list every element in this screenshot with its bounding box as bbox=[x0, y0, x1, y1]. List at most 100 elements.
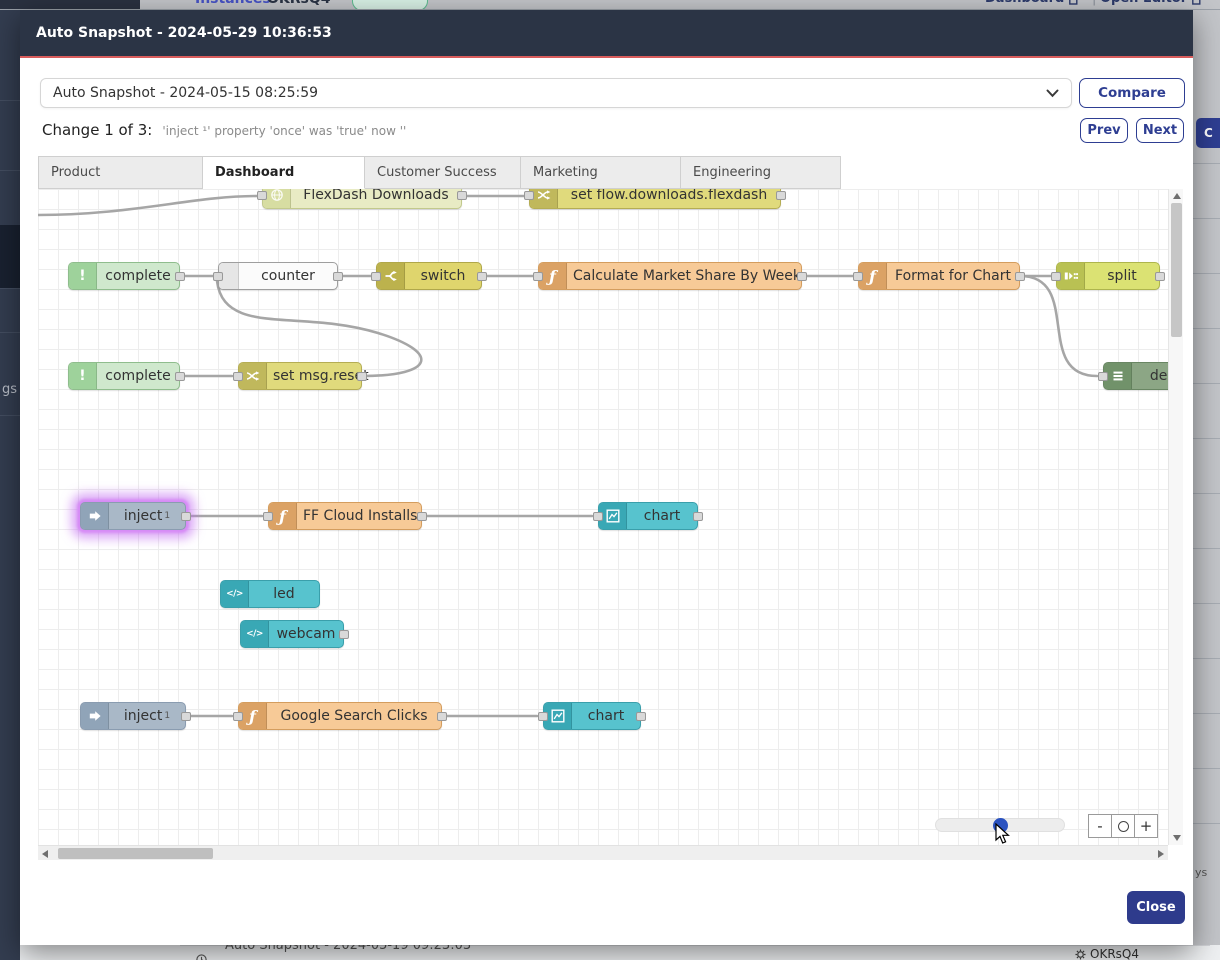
flow-node-switch[interactable]: switch bbox=[376, 262, 482, 290]
tab-engineering[interactable]: Engineering bbox=[681, 156, 841, 189]
flow-node-counter[interactable]: counter bbox=[218, 262, 338, 290]
next-button[interactable]: Next bbox=[1136, 118, 1184, 143]
instances-link[interactable]: Instances bbox=[195, 0, 271, 10]
flow-node-ff-cloud-installs[interactable]: ƒFF Cloud Installs bbox=[268, 502, 422, 530]
modal-header: Auto Snapshot - 2024-05-29 10:36:53 bbox=[20, 10, 1193, 58]
port-out[interactable] bbox=[175, 272, 185, 281]
port-in[interactable] bbox=[263, 512, 273, 521]
tab-dashboard[interactable]: Dashboard bbox=[203, 156, 365, 189]
port-out[interactable] bbox=[357, 372, 367, 381]
flow-node-complete-1[interactable]: !complete bbox=[68, 262, 180, 290]
tab-customer-success[interactable]: Customer Success bbox=[365, 156, 521, 189]
flow-canvas[interactable]: FlexDash Downloads set flow.downloads.fle… bbox=[38, 189, 1168, 845]
flow-node-debug[interactable]: debug bbox=[1103, 362, 1168, 390]
chart-line-icon bbox=[599, 503, 627, 529]
background-right-panel: C ys bbox=[1193, 10, 1220, 945]
flow-node-calc-market-share[interactable]: ƒCalculate Market Share By Week bbox=[538, 262, 802, 290]
node-label: FF Cloud Installs bbox=[297, 503, 423, 529]
snapshot-select-value: Auto Snapshot - 2024-05-15 08:25:59 bbox=[53, 85, 318, 101]
tab-marketing[interactable]: Marketing bbox=[521, 156, 681, 189]
background-topbar: Instances OKRsQ4 Dashboard | Open Editor bbox=[0, 0, 1220, 10]
shuffle-icon bbox=[530, 189, 558, 208]
compare-button[interactable]: Compare bbox=[1079, 78, 1185, 108]
port-out[interactable] bbox=[1015, 272, 1025, 281]
horizontal-scrollbar[interactable] bbox=[38, 845, 1168, 860]
port-in[interactable] bbox=[1098, 372, 1108, 381]
instance-name: OKRsQ4 bbox=[267, 0, 331, 10]
flow-node-split[interactable]: split bbox=[1056, 262, 1160, 290]
port-out[interactable] bbox=[457, 191, 467, 200]
status-badge bbox=[352, 0, 428, 10]
node-label: split bbox=[1085, 263, 1159, 289]
node-label: Format for Chart bbox=[887, 263, 1019, 289]
flow-node-google-search-clicks[interactable]: ƒGoogle Search Clicks bbox=[238, 702, 442, 730]
port-in[interactable] bbox=[371, 272, 381, 281]
port-in[interactable] bbox=[257, 191, 267, 200]
sidebar-item-label-fragment: gs bbox=[2, 382, 17, 397]
background-bottombar: Auto Snapshot - 2024-05-19 09:23:03 OKRs… bbox=[20, 945, 1220, 960]
port-out[interactable] bbox=[181, 712, 191, 721]
sidebar-selected-item[interactable] bbox=[0, 225, 20, 288]
port-in[interactable] bbox=[1051, 272, 1061, 281]
flow-node-chart-2[interactable]: chart bbox=[543, 702, 641, 730]
flow-node-set-msg-reset[interactable]: set msg.reset bbox=[238, 362, 362, 390]
vertical-scrollbar[interactable] bbox=[1168, 189, 1183, 845]
flow-node-set-flow-downloads[interactable]: set flow.downloads.flexdash bbox=[529, 189, 781, 209]
port-out[interactable] bbox=[797, 272, 807, 281]
vertical-scroll-thumb[interactable] bbox=[1171, 203, 1182, 337]
flow-node-webcam[interactable]: </>webcam bbox=[240, 620, 344, 648]
scroll-down-arrow[interactable] bbox=[1173, 835, 1181, 841]
scroll-up-arrow[interactable] bbox=[1173, 193, 1181, 199]
port-out[interactable] bbox=[181, 512, 191, 521]
port-in[interactable] bbox=[233, 712, 243, 721]
snapshot-select[interactable]: Auto Snapshot - 2024-05-15 08:25:59 bbox=[40, 78, 1072, 108]
split-icon bbox=[1057, 263, 1085, 289]
horizontal-scroll-thumb[interactable] bbox=[58, 848, 213, 859]
port-in[interactable] bbox=[853, 272, 863, 281]
node-label: switch bbox=[405, 263, 481, 289]
port-out[interactable] bbox=[477, 272, 487, 281]
port-out[interactable] bbox=[636, 712, 646, 721]
port-out[interactable] bbox=[417, 512, 427, 521]
instance-name: OKRsQ4 bbox=[1090, 947, 1139, 960]
port-out[interactable] bbox=[333, 272, 343, 281]
flow-node-format-for-chart[interactable]: ƒFormat for Chart bbox=[858, 262, 1020, 290]
scroll-left-arrow[interactable] bbox=[42, 850, 48, 858]
flow-node-led[interactable]: </>led bbox=[220, 580, 320, 608]
port-out[interactable] bbox=[339, 630, 349, 639]
flow-node-inject-2[interactable]: inject1 bbox=[80, 702, 186, 730]
open-editor-button[interactable]: Open Editor bbox=[1100, 0, 1203, 10]
flow-node-chart-1[interactable]: chart bbox=[598, 502, 698, 530]
dashboard-button[interactable]: Dashboard bbox=[985, 0, 1080, 10]
port-out[interactable] bbox=[776, 191, 786, 200]
prev-button[interactable]: Prev bbox=[1080, 118, 1128, 143]
scroll-right-arrow[interactable] bbox=[1158, 850, 1164, 858]
node-label: counter bbox=[239, 263, 337, 289]
flow-node-inject-1[interactable]: inject1 bbox=[80, 502, 186, 530]
port-in[interactable] bbox=[533, 272, 543, 281]
port-in[interactable] bbox=[593, 512, 603, 521]
topbar-separator: | bbox=[1092, 0, 1096, 10]
node-label: complete bbox=[97, 363, 179, 389]
zoom-out-button[interactable]: - bbox=[1088, 814, 1112, 838]
port-out[interactable] bbox=[437, 712, 447, 721]
port-out[interactable] bbox=[693, 512, 703, 521]
port-in[interactable] bbox=[213, 272, 223, 281]
port-out[interactable] bbox=[1155, 272, 1165, 281]
background-compare-button-fragment[interactable]: C bbox=[1196, 118, 1220, 148]
port-out[interactable] bbox=[175, 372, 185, 381]
tab-product[interactable]: Product bbox=[38, 156, 203, 189]
zoom-in-button[interactable]: + bbox=[1134, 814, 1158, 838]
port-in[interactable] bbox=[524, 191, 534, 200]
zoom-reset-button[interactable] bbox=[1111, 814, 1135, 838]
node-label: inject1 bbox=[109, 703, 185, 729]
node-label: debug bbox=[1132, 363, 1168, 389]
clock-icon bbox=[196, 950, 207, 960]
flow-node-complete-2[interactable]: !complete bbox=[68, 362, 180, 390]
port-in[interactable] bbox=[233, 372, 243, 381]
node-label: chart bbox=[572, 703, 640, 729]
close-button[interactable]: Close bbox=[1127, 891, 1185, 924]
port-in[interactable] bbox=[538, 712, 548, 721]
flow-node-flexdash-downloads[interactable]: FlexDash Downloads bbox=[262, 189, 462, 209]
function-icon: ƒ bbox=[239, 703, 267, 729]
